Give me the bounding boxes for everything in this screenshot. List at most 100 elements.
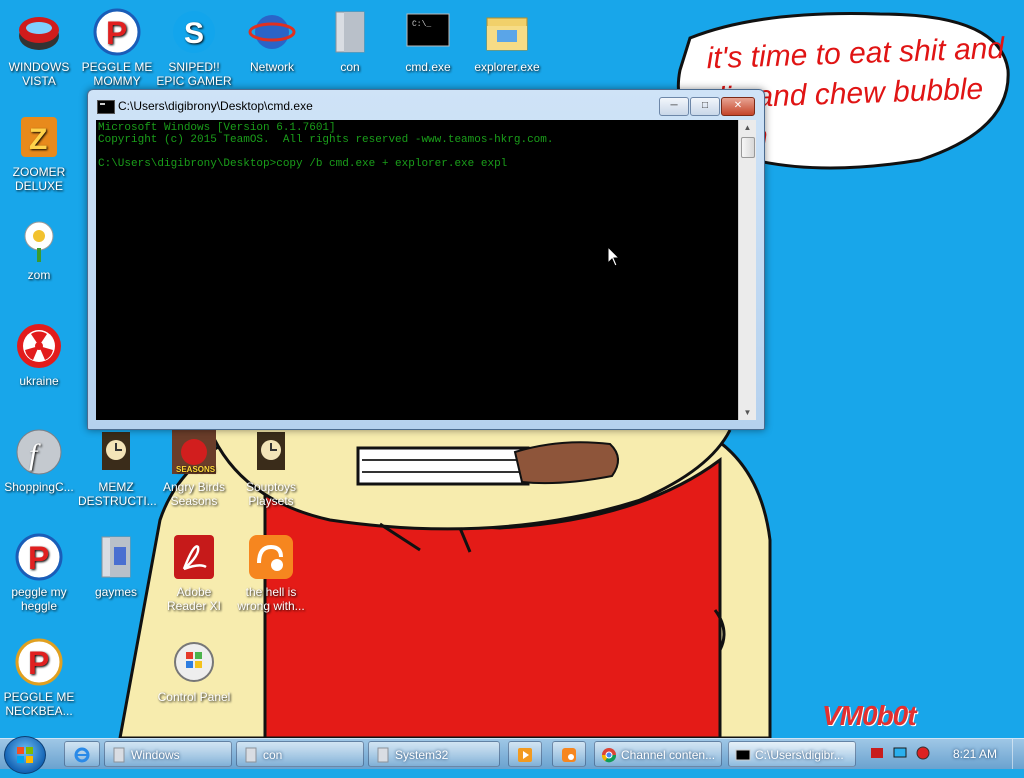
chrome-icon [601, 748, 617, 763]
desktop-icon-peggle-my-heggle[interactable]: P peggle my heggle [1, 533, 77, 613]
desktop-icon-con[interactable]: con [312, 8, 388, 74]
desktop-icon-adobe-reader[interactable]: Adobe Reader XI [156, 533, 232, 613]
icon-label: explorer.exe [474, 60, 540, 74]
flash-icon: f [15, 428, 63, 476]
taskbar-item-label: con [263, 748, 283, 762]
taskbar-item-label: Windows [131, 748, 180, 762]
taskbar-item-con[interactable]: con [236, 741, 364, 767]
desktop-icon-cmd-exe[interactable]: C:\_ cmd.exe [390, 8, 466, 74]
explorer-folder-icon [483, 8, 531, 56]
control-panel-icon [170, 638, 218, 686]
icon-label: ShoppingC... [4, 480, 74, 494]
cmd-icon: C:\_ [404, 8, 452, 56]
icon-label: WINDOWS VISTA [8, 60, 70, 88]
cmd-icon [97, 100, 115, 114]
console-scrollbar[interactable]: ▲ ▼ [738, 120, 756, 420]
desktop: it's time to eat shit and die and chew b… [0, 0, 1024, 738]
svg-text:P: P [106, 15, 127, 51]
maximize-button[interactable]: □ [690, 97, 720, 116]
svg-text:P: P [28, 540, 49, 576]
desktop-icon-memz[interactable]: MEMZ DESTRUCTI... [78, 428, 157, 508]
uc-browser-icon [247, 533, 295, 581]
icon-label: the hell is wrong with... [237, 585, 305, 613]
taskbar-clock[interactable]: 8:21 AM [945, 739, 1005, 769]
cmd-icon [735, 749, 751, 761]
red-helmet-icon [15, 8, 63, 56]
uc-browser-icon [562, 748, 576, 762]
minimize-button[interactable]: ─ [659, 97, 689, 116]
taskbar-item-label: Channel conten... [621, 748, 716, 762]
pinned-uc-browser[interactable] [552, 741, 586, 767]
taskbar-item-system32[interactable]: System32 [368, 741, 500, 767]
icon-label: MEMZ DESTRUCTI... [78, 480, 157, 508]
desktop-icon-zoomer-deluxe[interactable]: Z ZOOMER DELUXE [1, 113, 77, 193]
icon-label: ZOOMER DELUXE [12, 165, 66, 193]
icon-label: con [340, 60, 360, 74]
cmd-window[interactable]: C:\Users\digibrony\Desktop\cmd.exe ─ □ ✕… [87, 89, 765, 430]
cmd-titlebar[interactable]: C:\Users\digibrony\Desktop\cmd.exe ─ □ ✕ [88, 90, 764, 120]
scroll-down-arrow-icon[interactable]: ▼ [739, 405, 756, 420]
network-globe-icon [248, 8, 296, 56]
skype-icon: S [170, 8, 218, 56]
desktop-icon-the-hell[interactable]: the hell is wrong with... [233, 533, 309, 613]
peggle-p-icon: P [15, 638, 63, 686]
media-player-icon [518, 748, 532, 762]
taskbar-item-chrome[interactable]: Channel conten... [594, 741, 722, 767]
desktop-icon-peggle-me-mommy[interactable]: P PEGGLE ME MOMMY [79, 8, 155, 88]
peggle-p-icon: P [93, 8, 141, 56]
desktop-icon-sniped[interactable]: S SNIPED!! EPIC GAMER 360... [156, 8, 232, 102]
icon-label: Angry Birds Seasons [162, 480, 226, 508]
console-line: C:\Users\digibrony\Desktop>copy /b cmd.e… [98, 158, 508, 170]
icon-label: PEGGLE ME MOMMY [81, 60, 153, 88]
volume-tray-icon[interactable] [916, 746, 930, 760]
taskbar-item-windows[interactable]: Windows [104, 741, 232, 767]
icon-label: gaymes [94, 585, 138, 599]
desktop-icon-network[interactable]: Network [234, 8, 310, 74]
clock-doc-icon [92, 428, 140, 476]
icon-label: Souptoys Playsets [245, 480, 297, 508]
scroll-up-arrow-icon[interactable]: ▲ [739, 120, 756, 135]
radiation-icon [15, 322, 63, 370]
console-line: Microsoft Windows [Version 6.1.7601] [98, 122, 336, 134]
folder-icon [326, 8, 374, 56]
scroll-thumb[interactable] [741, 137, 755, 158]
zuma-icon: Z [15, 113, 63, 161]
cmd-window-title: C:\Users\digibrony\Desktop\cmd.exe [118, 99, 313, 113]
taskbar-item-cmd[interactable]: C:\Users\digibr... [728, 741, 856, 767]
pinned-ie[interactable] [64, 741, 100, 767]
desktop-icon-control-panel[interactable]: Control Panel [156, 638, 232, 704]
show-desktop-button[interactable] [1012, 739, 1024, 769]
close-button[interactable]: ✕ [721, 97, 755, 116]
icon-label: Control Panel [157, 690, 231, 704]
icon-label: peggle my heggle [11, 585, 67, 613]
svg-text:SEASONS: SEASONS [176, 465, 216, 474]
taskbar: Windows con System32 Channel conten... C… [0, 736, 1024, 774]
folder-icon [113, 747, 125, 763]
network-tray-icon[interactable] [893, 746, 907, 760]
console-output[interactable]: Microsoft Windows [Version 6.1.7601] Copy… [96, 120, 738, 420]
desktop-icon-souptoys[interactable]: Souptoys Playsets [233, 428, 309, 508]
adobe-icon [170, 533, 218, 581]
start-button[interactable] [4, 736, 46, 774]
desktop-icon-windows-vista[interactable]: WINDOWS VISTA [1, 8, 77, 88]
taskbar-item-label: System32 [395, 748, 449, 762]
icon-label: Network [249, 60, 294, 74]
svg-text:P: P [28, 645, 49, 681]
mouse-pointer-icon [607, 246, 621, 267]
folder-icon [377, 747, 389, 763]
desktop-icon-gaymes[interactable]: gaymes [78, 533, 154, 599]
desktop-icon-explorer-exe[interactable]: explorer.exe [469, 8, 545, 74]
pinned-media-player[interactable] [508, 741, 542, 767]
internet-explorer-icon [74, 747, 90, 763]
icon-label: PEGGLE ME NECKBEA... [3, 690, 75, 718]
wallpaper-signature: VM0b0t [822, 700, 917, 731]
flag-tray-icon[interactable] [870, 746, 884, 760]
desktop-icon-peggle-me-neckbea[interactable]: P PEGGLE ME NECKBEA... [1, 638, 77, 718]
icon-label: ukraine [19, 374, 59, 388]
desktop-icon-zom[interactable]: zom [1, 216, 77, 282]
desktop-icon-angry-birds[interactable]: SEASONS Angry Birds Seasons [156, 428, 232, 508]
desktop-icon-ukraine[interactable]: ukraine [1, 322, 77, 388]
desktop-icon-shopping[interactable]: f ShoppingC... [1, 428, 77, 494]
icon-label: cmd.exe [405, 60, 451, 74]
